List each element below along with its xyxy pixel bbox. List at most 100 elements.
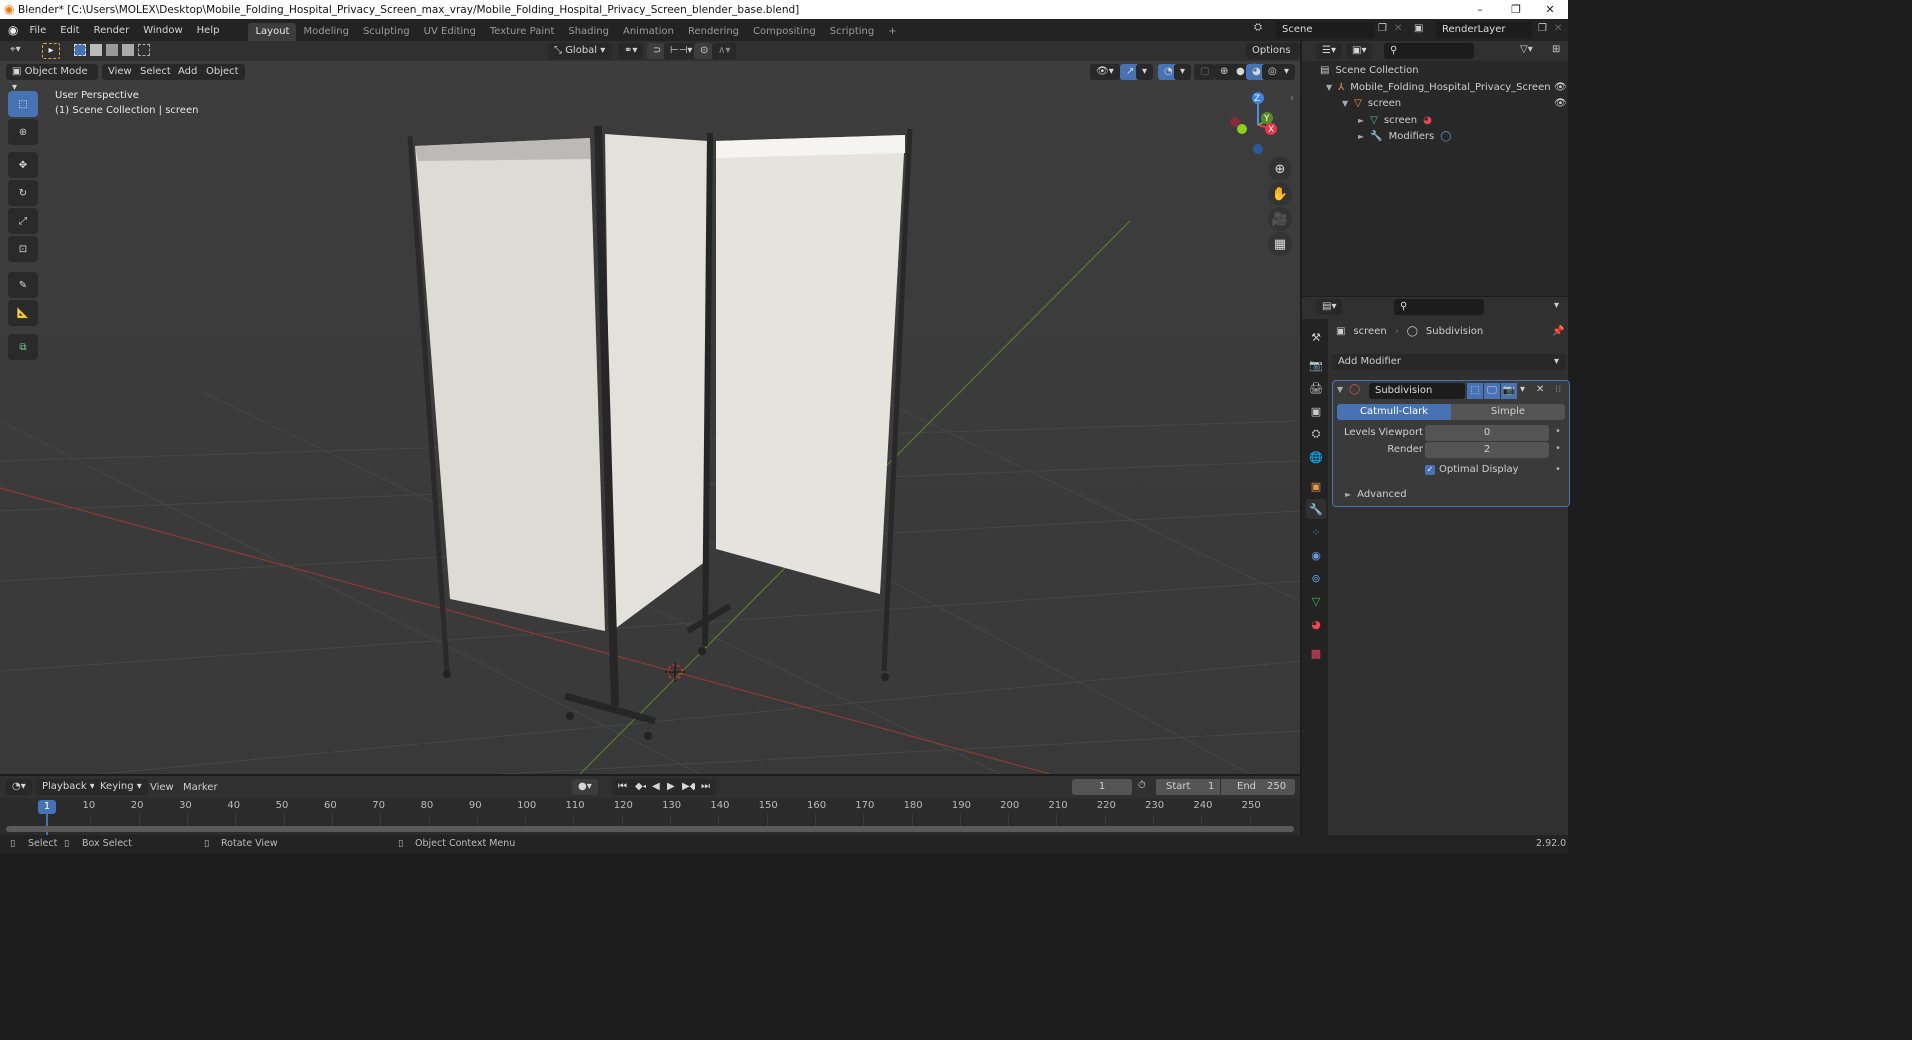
maximize-button[interactable]: ❐ [1498,0,1534,19]
menu-file[interactable]: File [22,25,53,36]
output-tab[interactable]: 🖨 [1306,378,1326,398]
levels-viewport-field[interactable]: 0 [1425,425,1549,441]
delete-scene-icon[interactable]: ✕ [1394,23,1402,34]
properties-options-dropdown[interactable]: ▾ [1554,300,1559,311]
render-tab[interactable]: 📷 [1306,355,1326,375]
expand-arrow-icon[interactable]: ► [1358,132,1364,141]
modifier-options-dropdown[interactable]: ▾ [1520,384,1525,395]
tab-compositing[interactable]: Compositing [746,23,823,41]
tab-scripting[interactable]: Scripting [823,23,881,41]
editor-type-icon[interactable]: ⌖▾ [10,44,21,55]
timeline-view-menu[interactable]: View [150,782,174,793]
auto-keying-toggle[interactable]: ●▾ [572,779,598,795]
shading-dropdown[interactable]: ▾ [1278,64,1296,80]
view-layer-icon[interactable]: ▣ [1414,23,1423,34]
properties-search-input[interactable]: ⚲ [1394,299,1484,315]
catmull-clark-button[interactable]: Catmull-Clark [1337,404,1451,420]
render-toggle[interactable]: 📷 [1501,383,1517,399]
pin-icon[interactable]: 📌 [1552,326,1564,337]
keyframe-dot-icon[interactable]: • [1555,426,1561,437]
scene-icon[interactable]: ⛭ [1254,22,1262,33]
outliner-item[interactable]: ▼ ⅄ Mobile_Folding_Hospital_Privacy_Scre… [1326,82,1568,93]
tool-annotate[interactable]: ✎ [8,272,38,298]
properties-editor-type[interactable]: ▤▾ [1316,299,1343,315]
data-tab[interactable]: ▽ [1306,591,1326,611]
xray-toggle[interactable]: ▢ [1194,64,1216,80]
end-frame-field[interactable]: End 250 [1221,779,1295,795]
navigation-gizmo[interactable]: Z X Y [1222,89,1292,159]
menu-render[interactable]: Render [87,25,137,36]
expand-arrow-icon[interactable]: ▼ [1326,83,1332,92]
expand-arrow-icon[interactable]: ► [1358,116,1364,125]
timeline-area[interactable]: 10 20 30 40 50 60 70 80 90 100 110 120 130 140 150 160 1… [0,798,1300,835]
visibility-eye-icon[interactable]: 👁 [1554,82,1567,93]
minimize-button[interactable]: – [1462,0,1498,19]
close-button[interactable]: ✕ [1532,0,1568,19]
start-frame-field[interactable]: Start 1 [1156,779,1220,795]
sidebar-toggle-icon[interactable]: ‹ [1290,93,1294,104]
pivot-point-dropdown[interactable]: ⚭▾ [618,43,644,59]
tab-animation[interactable]: Animation [616,23,681,41]
advanced-subpanel[interactable]: ► Advanced [1345,489,1407,500]
tool-transform[interactable]: ⊡ [8,236,38,262]
keying-menu[interactable]: Keying ▾ [94,779,148,795]
mode-invert-selection-icon[interactable] [122,44,134,56]
tool-select-box[interactable]: ⬚ [8,91,38,117]
delete-view-layer-icon[interactable]: ✕ [1554,23,1562,34]
current-frame-field[interactable]: 1 [1072,779,1132,795]
mode-dropdown[interactable]: ▣ Object Mode ▾ [6,64,98,93]
new-view-layer-icon[interactable]: ❐ [1538,23,1547,34]
viewport-display-toggle[interactable]: 🖵 [1484,383,1500,399]
timeline-marker-menu[interactable]: Marker [183,782,218,793]
render-layer-selector[interactable]: RenderLayer [1436,22,1532,38]
timeline-editor-type[interactable]: ◔▾ [6,779,32,795]
keyframe-dot-icon[interactable]: • [1555,443,1561,454]
new-scene-icon[interactable]: ❐ [1378,23,1387,34]
gizmo-neg-z[interactable] [1253,144,1263,154]
display-mode-dropdown[interactable]: ▣▾ [1346,43,1373,59]
proportional-falloff-dropdown[interactable]: ∧▾ [712,43,737,59]
gizmo-dropdown[interactable]: ▾ [1136,64,1154,80]
simple-button[interactable]: Simple [1451,404,1565,420]
optimal-display-checkbox[interactable]: ✓ Optimal Display [1425,464,1519,475]
gizmo-neg-y[interactable] [1237,124,1247,134]
constraints-tab[interactable]: ⊚ [1306,568,1326,588]
mode-new-selection-icon[interactable] [74,44,86,56]
tool-cursor[interactable]: ⊕ [8,119,38,145]
tool-scale[interactable]: ⤢ [8,208,38,234]
scene-tab[interactable]: ⛭ [1306,424,1326,444]
outliner-item[interactable]: ► ▽ screen ◕ [1358,115,1432,126]
tab-uv-editing[interactable]: UV Editing [417,23,483,41]
object-tab[interactable]: ▣ [1306,476,1326,496]
collapse-arrow-icon[interactable]: ▼ [1337,385,1343,394]
edit-mode-toggle[interactable]: ⬚ [1467,383,1483,399]
outliner-item[interactable]: ▼ ▽ screen 👁 [1342,98,1568,109]
menu-edit[interactable]: Edit [53,25,86,36]
jump-end-button[interactable]: ⏭ [695,779,716,795]
transform-orientation-dropdown[interactable]: ⤡ Global ▾ [548,43,612,59]
toggle-ortho-button[interactable]: ▦ [1268,232,1292,256]
tab-texture-paint[interactable]: Texture Paint [483,23,562,41]
pan-view-button[interactable]: ✋ [1268,182,1292,206]
viewport-menu-add[interactable]: Add [172,64,204,80]
selectability-visibility-dropdown[interactable]: 👁▾ [1090,64,1120,80]
scene-selector[interactable]: Scene [1276,22,1374,38]
modifier-name-input[interactable]: Subdivision [1369,383,1465,399]
drag-handle-icon[interactable]: ⁞⁞ [1555,384,1561,395]
viewport-menu-select[interactable]: Select [134,64,177,80]
physics-tab[interactable]: ◉ [1306,545,1326,565]
keyframe-dot-icon[interactable]: • [1555,464,1561,475]
add-workspace-button[interactable]: + [881,23,903,41]
3d-viewport[interactable]: ⌖▾ ▸ ⤡ Global ▾ ⚭▾ ⊃ ⊢⊣▾ ⊙ ∧▾ Options ▾ … [0,41,1300,774]
new-collection-icon[interactable]: ⊞ [1552,44,1560,55]
render-levels-field[interactable]: 2 [1425,442,1549,458]
tool-rotate[interactable]: ↻ [8,180,38,206]
options-dropdown[interactable]: Options ▾ [1246,43,1300,72]
menu-window[interactable]: Window [136,25,189,36]
playback-menu[interactable]: Playback ▾ [36,779,101,795]
remove-modifier-button[interactable]: ✕ [1536,384,1544,395]
modifier-tab[interactable]: 🔧 [1306,499,1326,519]
tab-layout[interactable]: Layout [248,23,297,41]
tab-sculpting[interactable]: Sculpting [356,23,417,41]
add-modifier-dropdown[interactable]: Add Modifier ▾ [1332,354,1566,370]
